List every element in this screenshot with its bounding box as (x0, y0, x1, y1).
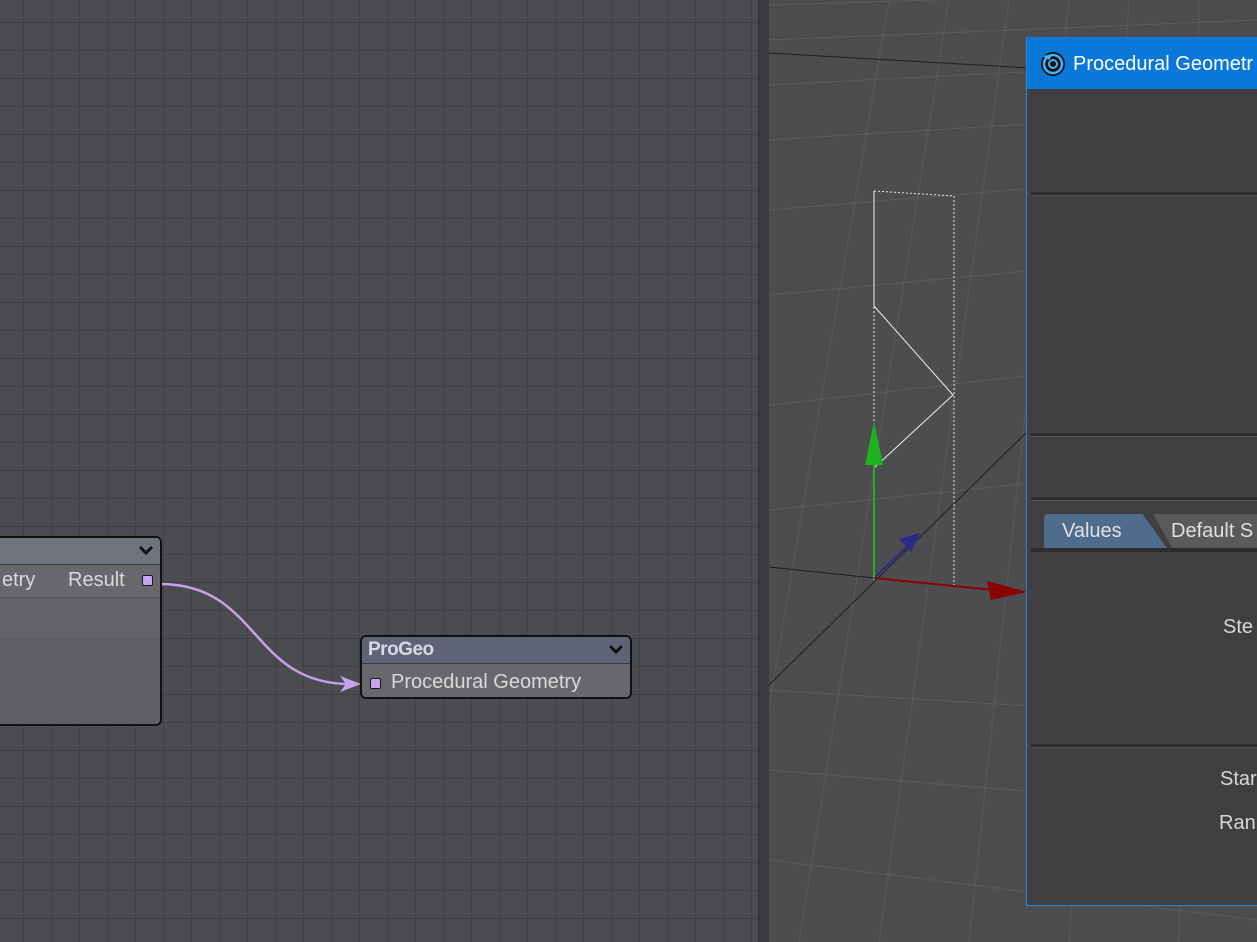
panel-divider (1031, 192, 1257, 196)
tab-strip-line (1031, 548, 1257, 552)
procedural-geometry-input-port[interactable] (370, 678, 381, 689)
left-node-input-label: etry (2, 569, 36, 591)
panel-divider (1031, 744, 1257, 748)
range-label: Ran (1219, 812, 1256, 834)
chevron-down-icon[interactable] (138, 544, 154, 556)
tab-default[interactable]: Default S (1153, 514, 1257, 548)
panel-title: Procedural Geometr (1073, 53, 1254, 75)
panel-divider (1031, 497, 1257, 501)
panel-divider (1031, 433, 1257, 437)
procedural-geometry-panel: Procedural Geometr Values Default S Ste … (1026, 37, 1257, 906)
progeo-node-header[interactable]: ProGeo (362, 637, 630, 664)
start-label: Star (1220, 768, 1257, 790)
progeo-node-row: Procedural Geometry (362, 664, 630, 697)
left-node-body (0, 598, 160, 639)
left-node-row: etry Result (0, 565, 160, 598)
progeo-input-label: Procedural Geometry (391, 671, 582, 693)
left-node-header[interactable] (0, 538, 160, 565)
tab-values[interactable]: Values (1044, 514, 1167, 548)
node-editor-canvas[interactable]: etry Result ProGeo Procedural Geometry (0, 0, 758, 942)
node-connection-wire (159, 582, 361, 692)
progeo-node[interactable]: ProGeo Procedural Geometry (360, 635, 632, 699)
chevron-down-icon[interactable] (608, 643, 624, 655)
step-label: Ste (1223, 616, 1254, 638)
panel-title-bar[interactable]: Procedural Geometr (1027, 37, 1257, 89)
left-node[interactable]: etry Result (0, 536, 162, 726)
tab-default-label: Default S (1171, 520, 1254, 542)
left-node-output-label: Result (68, 569, 125, 591)
progeo-node-title: ProGeo (368, 639, 434, 660)
app-logo-icon (1041, 52, 1065, 76)
tab-values-label: Values (1062, 520, 1122, 542)
result-output-port[interactable] (142, 575, 153, 586)
